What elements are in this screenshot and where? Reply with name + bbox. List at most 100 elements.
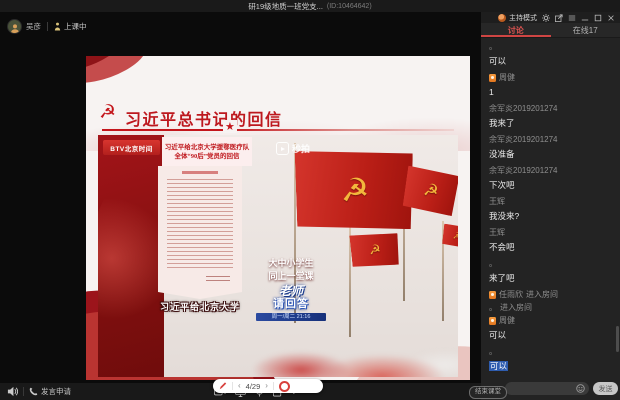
broadcast-schedule: 周一/周二 21:16 — [256, 313, 326, 321]
tab-online-count[interactable]: 在线17 — [551, 23, 620, 37]
chat-sender: 余军炎2019201274 — [489, 104, 612, 113]
meeting-id: (ID:10464642) — [327, 3, 372, 10]
menu-icon — [568, 14, 576, 22]
panel-tabs: 讨论 在线17 — [481, 23, 620, 38]
play-icon — [276, 142, 289, 155]
next-page-button[interactable]: › — [265, 382, 268, 390]
chat-sender-name: 周健 — [499, 316, 515, 325]
chat-sender-name: 余军炎2019201274 — [489, 104, 558, 113]
emoji-button[interactable] — [576, 384, 585, 393]
settings-button[interactable] — [542, 14, 550, 22]
flag-emblem-icon: ☭ — [368, 241, 381, 258]
chat-text[interactable]: 可以 — [489, 361, 508, 371]
chat-text[interactable]: 不会吧 — [489, 242, 515, 252]
chat-scrollbar[interactable] — [616, 326, 619, 352]
show-logo-line2: 请回答 — [256, 298, 326, 311]
chat-message: 余军炎2019201274 下次吧 — [489, 166, 612, 193]
chat-join-action: 进入房间 — [526, 290, 558, 299]
flag-emblem-icon: ☭ — [340, 171, 370, 210]
chat-sender-name: 周健 — [499, 73, 515, 82]
speak-request-button[interactable]: 发言申请 — [29, 386, 71, 397]
slide-canvas[interactable]: ☭ 习近平总书记的回信 ★ BTV北京时间 习近平给北京大学援鄂医疗队 全体“9… — [86, 56, 470, 380]
chat-message: 王辉 我没来? — [489, 197, 612, 224]
chat-message: 周健 1 — [489, 73, 612, 100]
layout-menu-button[interactable] — [568, 14, 576, 22]
chat-text[interactable]: 来了吧 — [489, 273, 515, 283]
maximize-button[interactable] — [594, 14, 602, 22]
divider — [47, 22, 48, 31]
chat-sender-name: 余军炎2019201274 — [489, 166, 558, 175]
chat-sender: 王辉 — [489, 228, 612, 237]
chat-sender-name: 王辉 — [489, 228, 505, 237]
gear-icon — [542, 14, 550, 22]
meeting-title: 研19级地质一班党支... — [248, 1, 323, 12]
send-button[interactable]: 发送 — [593, 382, 618, 395]
host-badge-icon — [489, 74, 496, 82]
popout-icon — [555, 14, 563, 22]
flag-emblem-icon: ☭ — [452, 230, 458, 242]
chat-text[interactable]: 我来了 — [489, 118, 515, 128]
chat-join-row: 。 进入房间 — [489, 303, 612, 312]
channel-logo: BTV北京时间 — [103, 140, 160, 155]
presenter-avatar[interactable] — [7, 19, 22, 34]
host-mode-selector[interactable]: 主持模式 — [498, 13, 537, 23]
chat-join-row: 任雨欣 进入房间 — [489, 290, 612, 299]
headline-line1: 习近平给北京大学援鄂医疗队 — [165, 143, 250, 152]
chat-text[interactable]: 可以 — [489, 330, 506, 340]
class-status-label: 上课中 — [64, 21, 87, 32]
chat-text[interactable]: 没准备 — [489, 149, 515, 159]
chat-text[interactable]: 下次吧 — [489, 180, 515, 190]
party-flag: ☭ — [442, 224, 458, 249]
chat-sender-name: 。 — [489, 42, 497, 51]
chat-sender: 王辉 — [489, 197, 612, 206]
video-headline: 习近平给北京大学援鄂医疗队 全体“90后”党员的回信 — [162, 137, 252, 166]
class-status: 上课中 — [54, 21, 87, 32]
speaker-icon — [7, 386, 18, 397]
title-underline — [102, 129, 454, 131]
chat-message: 余军炎2019201274 我来了 — [489, 104, 612, 131]
chat-sender-name: 王辉 — [489, 197, 505, 206]
watermark-label: 秒拍 — [292, 142, 310, 155]
letter-caption: 习近平给北京大学 — [146, 300, 254, 313]
teacher-icon — [54, 22, 61, 31]
chat-sender: 。 — [489, 259, 612, 268]
video-left-panel — [98, 135, 164, 377]
chat-message: 周健 可以 — [489, 316, 612, 343]
caption-line1: 大中小学生 — [258, 257, 324, 270]
chat-text[interactable]: 我没来? — [489, 211, 519, 221]
video-frame: BTV北京时间 习近平给北京大学援鄂医疗队 全体“90后”党员的回信 习近平给北… — [98, 135, 458, 377]
presentation-stage: 吴彦 上课中 ☭ 习近平总书记的回信 ★ BTV北京时间 习近平给北京大学援鄂医… — [0, 12, 481, 383]
chat-sender-name: 。 — [489, 347, 497, 356]
star-icon: ★ — [223, 120, 237, 133]
smiley-icon — [576, 384, 585, 393]
presenter-name: 吴彦 — [26, 21, 41, 32]
speaker-button[interactable] — [7, 386, 18, 397]
laser-pointer-button[interactable] — [279, 381, 290, 392]
person-icon — [10, 23, 20, 33]
tab-discussion[interactable]: 讨论 — [481, 23, 551, 37]
chat-sender-name: 余军炎2019201274 — [489, 135, 558, 144]
party-emblem-icon: ☭ — [99, 103, 116, 122]
chat-text[interactable]: 可以 — [489, 56, 506, 66]
chat-message: 余军炎2019201274 没准备 — [489, 135, 612, 162]
host-avatar — [498, 14, 506, 22]
divider — [232, 382, 233, 390]
chat-sender: 周健 — [489, 316, 612, 325]
popout-button[interactable] — [555, 14, 563, 22]
chat-list[interactable]: 邓时容 进入房间 王辉 进入房间 大空想家 进入房间 邓时容 可以听到 — [481, 38, 620, 378]
side-panel: 主持模式 — [481, 12, 620, 400]
annotate-pen-button[interactable] — [219, 382, 227, 390]
host-badge-icon — [489, 317, 496, 325]
chat-sender: 。 — [489, 42, 612, 51]
flag-emblem-icon: ☭ — [422, 180, 440, 202]
host-mode-label: 主持模式 — [509, 13, 537, 23]
prev-page-button[interactable]: ‹ — [238, 382, 241, 390]
slide-title: 习近平总书记的回信 — [125, 106, 283, 130]
divider — [23, 387, 24, 396]
end-class-button[interactable]: 结束课堂 — [469, 386, 507, 399]
chat-sender-name: 。 — [489, 259, 497, 268]
close-button[interactable] — [607, 14, 615, 22]
minimize-button[interactable] — [581, 14, 589, 22]
maximize-icon — [594, 14, 602, 22]
chat-text[interactable]: 1 — [489, 87, 494, 97]
